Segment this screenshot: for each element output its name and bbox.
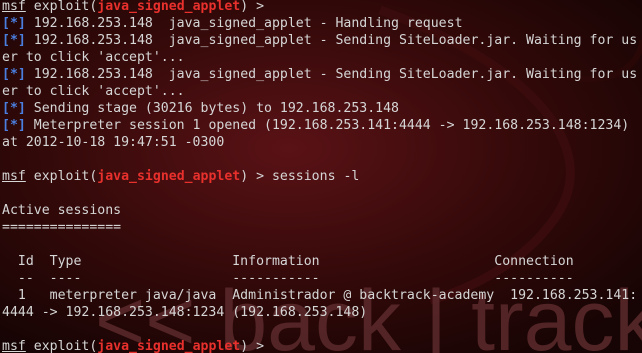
prompt-command: exploit( <box>25 339 98 353</box>
output-text: 192.168.253.148 java_signed_applet - Sen… <box>25 67 638 82</box>
sessions-title-underline: =============== <box>2 220 122 235</box>
output-text: 192.168.253.148 java_signed_applet - Sen… <box>25 33 638 48</box>
table-row[interactable]: 1 meterpreter java/java Administrador @ … <box>2 287 642 304</box>
output-line: [*] Sending stage (30216 bytes) to 192.1… <box>2 100 642 117</box>
info-marker: [*] <box>2 33 26 48</box>
output-line: [*] 192.168.253.148 java_signed_applet -… <box>2 66 642 83</box>
info-marker: [*] <box>2 67 26 82</box>
prompt-command: exploit( <box>25 0 98 14</box>
prompt-line: msf exploit(java_signed_applet) > sessio… <box>2 168 642 185</box>
prompt-command: exploit( <box>25 169 98 184</box>
msf-prefix: msf <box>2 339 26 353</box>
prompt-line: msf exploit(java_signed_applet) > <box>2 0 642 15</box>
sessions-table-header: Id Type Information Connection <box>2 254 574 269</box>
sessions-table-header-underline: -- ---- ----------- ---------- <box>2 271 574 286</box>
prompt-suffix: ) > <box>240 169 265 184</box>
typed-command: sessions -l <box>264 169 360 184</box>
output-text: Meterpreter session 1 opened (192.168.25… <box>25 118 630 133</box>
output-line: [*] 192.168.253.148 java_signed_applet -… <box>2 32 642 49</box>
info-marker: [*] <box>2 101 26 116</box>
module-name: java_signed_applet <box>97 339 241 353</box>
terminal-window[interactable]: msf exploit(java_signed_applet) > [*] 19… <box>2 0 642 353</box>
output-line: er to click 'accept'... <box>2 49 642 66</box>
output-text: 192.168.253.148 java_signed_applet - Han… <box>25 16 463 31</box>
output-text: Sending stage (30216 bytes) to 192.168.2… <box>25 101 399 116</box>
module-name: java_signed_applet <box>97 169 241 184</box>
prompt-suffix: ) > <box>240 339 272 353</box>
sessions-title: Active sessions <box>2 203 122 218</box>
info-marker: [*] <box>2 118 26 133</box>
output-line: [*] Meterpreter session 1 opened (192.16… <box>2 117 642 134</box>
output-text: at 2012-10-18 19:47:51 -0300 <box>2 135 225 150</box>
msf-prefix: msf <box>2 169 26 184</box>
output-line: at 2012-10-18 19:47:51 -0300 <box>2 134 642 151</box>
output-line: [*] 192.168.253.148 java_signed_applet -… <box>2 15 642 32</box>
output-text: er to click 'accept'... <box>2 84 185 99</box>
output-line: er to click 'accept'... <box>2 83 642 100</box>
module-name: java_signed_applet <box>97 0 241 14</box>
prompt-suffix: ) > <box>240 0 265 14</box>
prompt-line[interactable]: msf exploit(java_signed_applet) > <box>2 338 642 353</box>
output-text: er to click 'accept'... <box>2 50 185 65</box>
msf-prefix: msf <box>2 0 26 14</box>
info-marker: [*] <box>2 16 26 31</box>
table-row[interactable]: 4444 -> 192.168.253.148:1234 (192.168.25… <box>2 304 642 321</box>
